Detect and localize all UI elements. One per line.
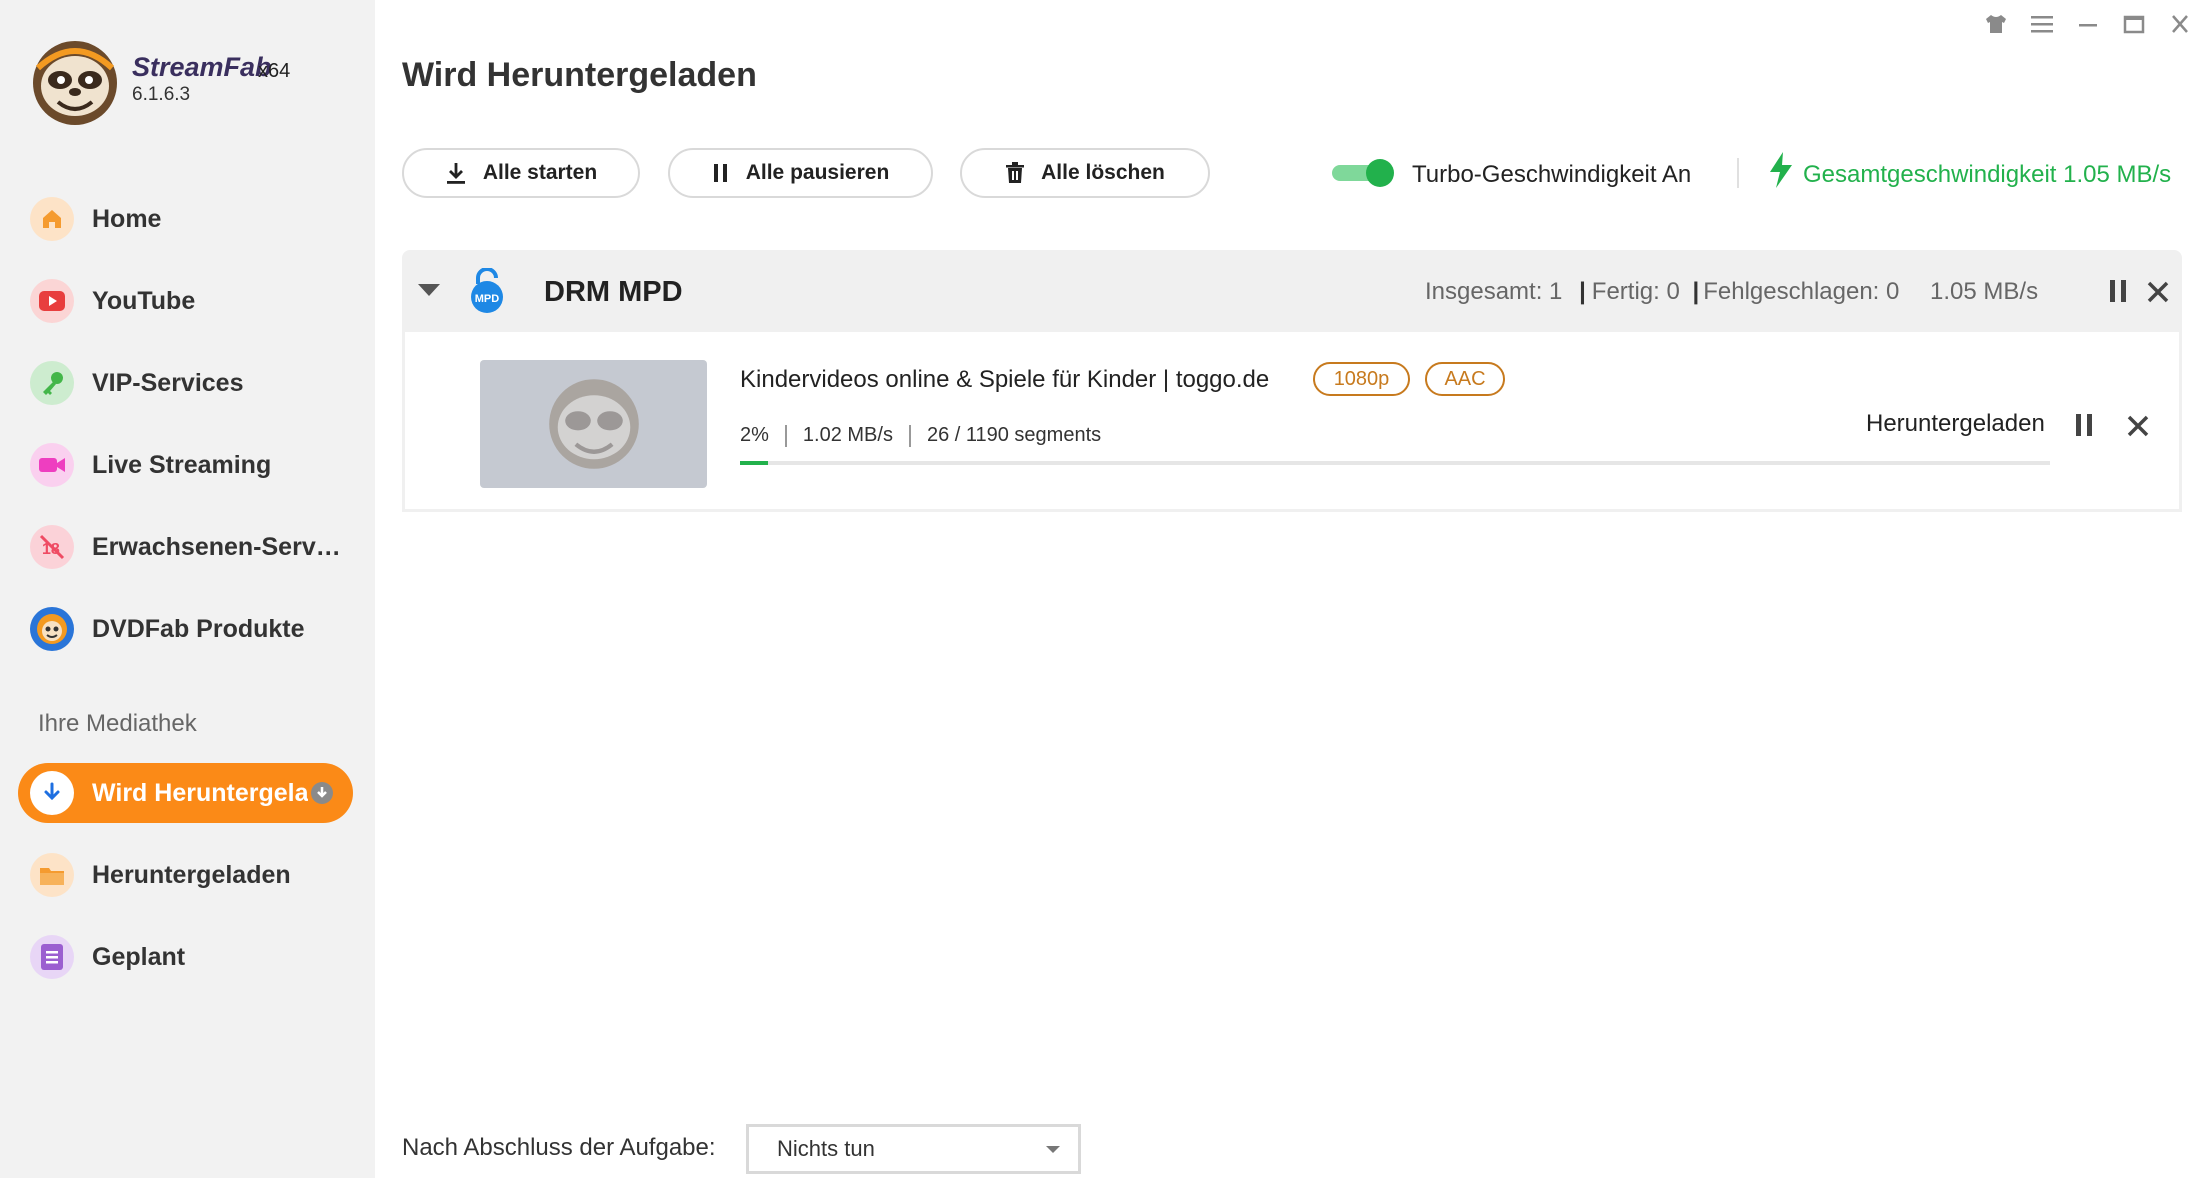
- item-status: Heruntergeladen: [1866, 410, 2045, 437]
- item-speed: 1.02 MB/s: [802, 424, 893, 446]
- after-task-value: Nichts tun: [777, 1136, 875, 1161]
- sidebar-item-label: Live Streaming: [92, 450, 272, 479]
- lightning-icon: [1770, 152, 1792, 188]
- after-task-label: Nach Abschluss der Aufgabe:: [402, 1134, 716, 1161]
- sidebar-item-label: Erwachsenen-Serv…: [92, 532, 341, 561]
- placeholder-logo-icon: [548, 379, 639, 469]
- dvdfab-icon: [30, 607, 74, 651]
- group-pause-icon[interactable]: [2108, 278, 2128, 304]
- folder-icon: [30, 853, 74, 897]
- app-brand: StreamFab: [132, 52, 272, 82]
- group-stats: Insgesamt: 1 | Fertig: 0 | Fehlgeschlagen:…: [1425, 278, 2039, 305]
- sidebar-item-downloading[interactable]: Wird Heruntergela: [18, 763, 353, 823]
- delete-all-button[interactable]: Alle löschen: [960, 148, 1210, 198]
- group-done: Fertig: 0: [1591, 278, 1680, 305]
- trash-icon: [1006, 162, 1025, 183]
- total-speed: Gesamtgeschwindigkeit 1.05 MB/s: [1803, 161, 2172, 188]
- divider: [1737, 158, 1739, 188]
- sidebar-item-scheduled[interactable]: Geplant: [18, 927, 353, 987]
- item-percent: 2%: [740, 424, 769, 446]
- sidebar-item-downloaded[interactable]: Heruntergeladen: [18, 845, 353, 905]
- sidebar-item-live-streaming[interactable]: Live Streaming: [18, 435, 353, 495]
- group-close-icon[interactable]: [2146, 280, 2170, 304]
- maximize-icon[interactable]: [2118, 12, 2150, 36]
- group-failed: Fehlgeschlagen: 0: [1703, 278, 1900, 305]
- menu-icon[interactable]: [2026, 12, 2058, 36]
- chevron-down-icon: [1046, 1146, 1060, 1153]
- sidebar-item-vip-services[interactable]: VIP-Services: [18, 353, 353, 413]
- delete-all-label: Alle löschen: [1041, 161, 1165, 184]
- turbo-toggle[interactable]: [1332, 159, 1396, 187]
- pause-icon: [713, 164, 727, 182]
- video-thumbnail: [480, 360, 707, 488]
- item-pause-icon[interactable]: [2074, 412, 2094, 438]
- item-meta: 2% 1.02 MB/s 26 / 1190 segments: [740, 424, 1101, 447]
- sidebar-item-label: YouTube: [92, 286, 196, 315]
- sidebar-item-label: Wird Heruntergela: [92, 778, 309, 807]
- group-total: Insgesamt: 1: [1425, 278, 1563, 305]
- download-icon: [30, 771, 74, 815]
- pause-all-button[interactable]: Alle pausieren: [668, 148, 933, 198]
- camera-icon: [30, 443, 74, 487]
- library-section-title: Ihre Mediathek: [38, 710, 197, 737]
- close-window-icon[interactable]: [2164, 12, 2196, 36]
- sidebar-item-label: DVDFab Produkte: [92, 614, 305, 643]
- download-icon: [446, 163, 465, 184]
- item-title: Kindervideos online & Spiele für Kinder …: [740, 366, 1270, 393]
- app-arch: x64: [258, 60, 291, 82]
- sidebar-item-adult-services[interactable]: 18 Erwachsenen-Serv…: [18, 517, 353, 577]
- adult-icon: 18: [30, 525, 74, 569]
- list-icon: [30, 935, 74, 979]
- item-close-icon[interactable]: [2126, 414, 2150, 438]
- item-segments: 26 / 1190 segments: [926, 424, 1102, 446]
- group-title: DRM MPD: [544, 276, 683, 308]
- sidebar-item-home[interactable]: Home: [18, 189, 353, 249]
- audio-badge: AAC: [1425, 362, 1505, 396]
- sidebar-item-youtube[interactable]: YouTube: [18, 271, 353, 331]
- app-version: 6.1.6.3: [132, 84, 191, 105]
- start-all-label: Alle starten: [482, 161, 598, 184]
- sidebar: StreamFab x64 6.1.6.3 Home YouTube VIP-S…: [0, 0, 375, 1178]
- key-icon: [30, 361, 74, 405]
- group-speed: 1.05 MB/s: [1930, 278, 2039, 305]
- after-task-select[interactable]: Nichts tun: [746, 1124, 1081, 1174]
- skin-icon[interactable]: [1980, 12, 2012, 36]
- mpd-lock-icon: MPD: [471, 268, 503, 313]
- svg-text:MPD: MPD: [475, 293, 500, 305]
- youtube-icon: [30, 279, 74, 323]
- page-title: Wird Heruntergeladen: [402, 56, 757, 94]
- home-icon: [30, 197, 74, 241]
- progress-fill: [740, 461, 768, 465]
- download-badge-icon: [311, 782, 334, 804]
- start-all-button[interactable]: Alle starten: [402, 148, 640, 198]
- pause-all-label: Alle pausieren: [745, 161, 890, 184]
- sidebar-item-label: Home: [92, 204, 162, 233]
- collapse-caret-icon[interactable]: [418, 284, 440, 296]
- progress-bar: [740, 461, 2050, 465]
- sidebar-item-label: Heruntergeladen: [92, 860, 291, 889]
- turbo-label: Turbo-Geschwindigkeit An: [1412, 161, 1692, 188]
- sidebar-item-label: VIP-Services: [92, 368, 244, 397]
- minimize-icon[interactable]: [2072, 12, 2104, 36]
- resolution-badge: 1080p: [1313, 362, 1410, 396]
- streamfab-logo: [33, 41, 117, 125]
- sidebar-item-dvdfab-products[interactable]: DVDFab Produkte: [18, 599, 353, 659]
- sidebar-item-label: Geplant: [92, 942, 186, 971]
- svg-text:18: 18: [42, 541, 60, 558]
